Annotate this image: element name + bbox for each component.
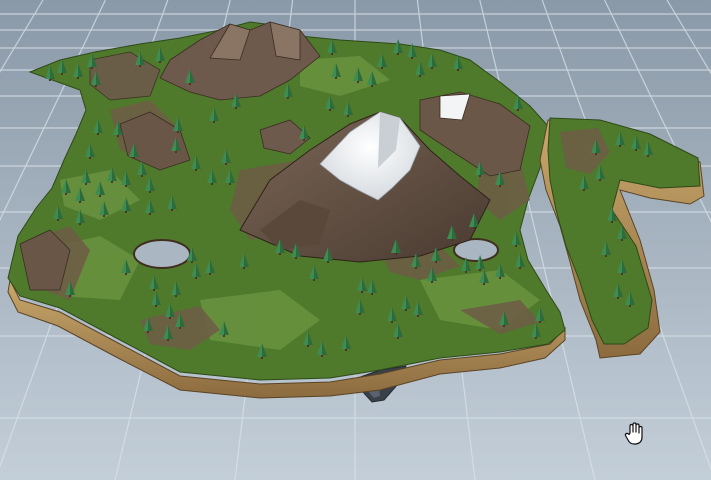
terrain-hole	[133, 239, 191, 269]
3d-viewport[interactable]	[0, 0, 711, 480]
hand-pan-icon	[624, 422, 643, 445]
terrain-scene[interactable]	[0, 0, 711, 480]
